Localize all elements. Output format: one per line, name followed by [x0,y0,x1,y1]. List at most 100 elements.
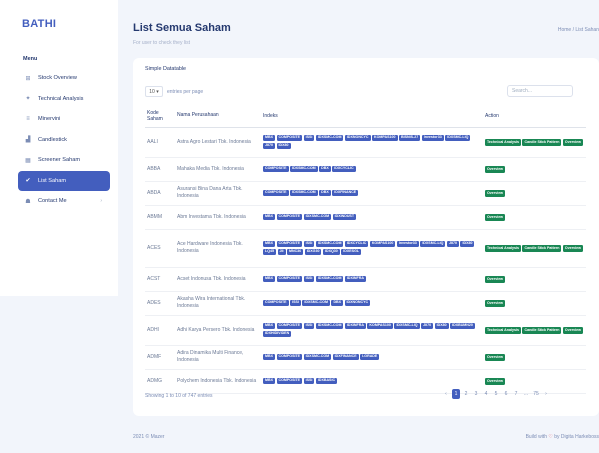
sidebar-item-stock-overview[interactable]: ⊞ Stock Overview [18,68,110,88]
sidebar-item-label: Technical Analysis [38,95,84,102]
index-badge: MBX [263,377,275,385]
overview-button[interactable]: Overview [485,213,505,221]
sidebar: BATHI Menu ⊞ Stock Overview ✦ Technical Ana… [0,0,118,296]
candle-stick-pattern-button[interactable]: Candle Stick Pattern [522,244,562,252]
index-badge: ISSI [303,322,315,330]
table-row: ADMF Adira Dinamika Multi Finance, Indone… [145,345,586,370]
index-badge: COMPOSITE [276,353,303,361]
sidebar-item-label: Candlestick [38,136,67,143]
chart-icon: ✦ [25,96,31,102]
technical-analysis-button[interactable]: Technical Analysis [485,326,521,334]
search-input[interactable]: Search... [507,85,573,97]
card-title: Simple Datatable [145,66,187,72]
page-title: List Semua Saham [133,22,231,34]
sidebar-item-label: Contact Me [38,198,67,204]
index-badge: IDXBASIC [315,377,338,385]
table-row: ABMM Abm Investama Tbk. Indonesia MBX COMPO… [145,205,586,230]
table-row: ADHI Adhi Karya Persero Tbk. Indonesia MBX… [145,315,586,346]
candle-stick-pattern-button[interactable]: Candle Stick Pattern [522,138,562,146]
index-badge: JII [277,248,286,256]
page-subtitle: For user to check they list [133,40,190,46]
page-6[interactable]: 6 [502,389,510,399]
overview-button[interactable]: Overview [562,244,583,252]
footer-author[interactable]: by Digita Harkeboss [554,434,599,440]
prev-page-button[interactable]: ‹ [442,389,450,399]
cell-kode: ADMG [145,369,175,394]
cell-action: Overview [483,345,586,370]
index-badge: IDX80 [276,142,291,150]
cell-nama: Ace Hardware Indonesia Tbk. Indonesia [175,229,261,268]
cell-nama: Polychem Indonesia Tbk. Indonesia [175,369,261,394]
cell-action: Technical Analysis Candle Stick Pattern Ov… [483,127,586,158]
footer-build-text: Build with [525,434,547,440]
index-badge: IDXSMC-COM [290,189,318,197]
sidebar-item-label: Minervini [38,116,61,122]
overview-button[interactable]: Overview [485,299,505,307]
overview-button[interactable]: Overview [562,326,583,334]
sidebar-item-technical-analysis[interactable]: ✦ Technical Analysis [18,89,110,109]
sidebar-item-list-saham[interactable]: ✔ List Saham [18,170,110,191]
cell-kode: ACES [145,229,175,268]
index-badge: MBX [263,134,275,142]
sidebar-item-screener-saham[interactable]: ▦ Screener Saham [18,150,110,170]
index-badge: COMPOSITE [276,275,303,283]
page-75[interactable]: 75 [532,389,540,399]
footer-credit: Build with ♡ by Digita Harkeboss [526,434,599,440]
index-badge: JII70 [263,142,275,150]
index-badge: JII70 [446,240,459,248]
index-badge: IDXFINANCE [332,353,359,361]
index-badge: LQ45 [263,248,276,256]
col-kode-saham[interactable]: Kode Saham [145,105,175,128]
overview-button[interactable]: Overview [485,165,505,173]
chevron-right-icon: › [100,198,102,204]
col-indeks[interactable]: Indeks [261,105,483,128]
overview-button[interactable]: Overview [485,189,505,197]
next-page-button[interactable]: › [542,389,550,399]
index-badge: IDXNONCYC [344,299,371,307]
page-2[interactable]: 2 [462,389,470,399]
cell-nama: Akasha Wira International Tbk. Indonesia [175,291,261,316]
index-badge: MBX [263,213,275,221]
technical-analysis-button[interactable]: Technical Analysis [485,138,521,146]
index-badge: KOMPAS100 [367,322,393,330]
table-row: ABBA Mahaka Media Tbk. Indonesia COMPOSITE… [145,157,586,182]
pagination: ‹ 1 2 3 4 5 6 7... 75 › [442,389,550,399]
col-action[interactable]: Action [483,105,586,128]
col-nama-perusahaan[interactable]: Nama Perusahaan [175,105,261,128]
overview-button[interactable]: Overview [485,353,505,361]
sidebar-item-contact-me[interactable]: ☗ Contact Me › [18,191,110,211]
index-badge: IDXFINANCE [332,189,359,197]
index-badge: IDXSMC-COM [315,275,344,283]
entries-select[interactable]: 10 ▾ [145,86,163,97]
index-badge: Investor33 [396,240,419,248]
sidebar-item-minervini[interactable]: ≡ Minervini [18,109,110,129]
index-badge: ISSI [303,240,315,248]
index-badge: MBX [263,240,275,248]
index-badge: DBX [331,299,344,307]
index-badge: IDXINDUST [332,213,357,221]
index-badge: DBX [319,189,331,197]
cell-kode: ADHI [145,315,175,346]
technical-analysis-button[interactable]: Technical Analysis [485,244,521,252]
overview-button[interactable]: Overview [485,377,505,385]
brand-logo[interactable]: BATHI [22,18,56,30]
index-badge: IDXSMC-COM [315,240,344,248]
sidebar-item-label: Stock Overview [38,75,77,81]
page-4[interactable]: 4 [482,389,490,399]
overview-button[interactable]: Overview [485,275,505,283]
page-7[interactable]: 7 [512,389,520,399]
overview-button[interactable]: Overview [562,138,583,146]
index-badge: COMPOSITE [276,213,303,221]
sidebar-item-candlestick[interactable]: ▟ Candlestick [18,130,110,150]
cell-kode: ABMM [145,205,175,230]
page-3[interactable]: 3 [472,389,480,399]
page-1[interactable]: 1 [452,389,460,399]
cell-kode: ABDA [145,181,175,206]
breadcrumb[interactable]: Home / List Sahan [558,27,599,33]
index-badge: COMPOSITE [276,377,303,385]
candle-stick-pattern-button[interactable]: Candle Stick Pattern [522,326,562,334]
cell-nama: Adira Dinamika Multi Finance, Indonesia [175,345,261,370]
footer-copyright: 2021 © Mazer [133,434,165,440]
cell-action: Overview [483,205,586,230]
page-5[interactable]: 5 [492,389,500,399]
